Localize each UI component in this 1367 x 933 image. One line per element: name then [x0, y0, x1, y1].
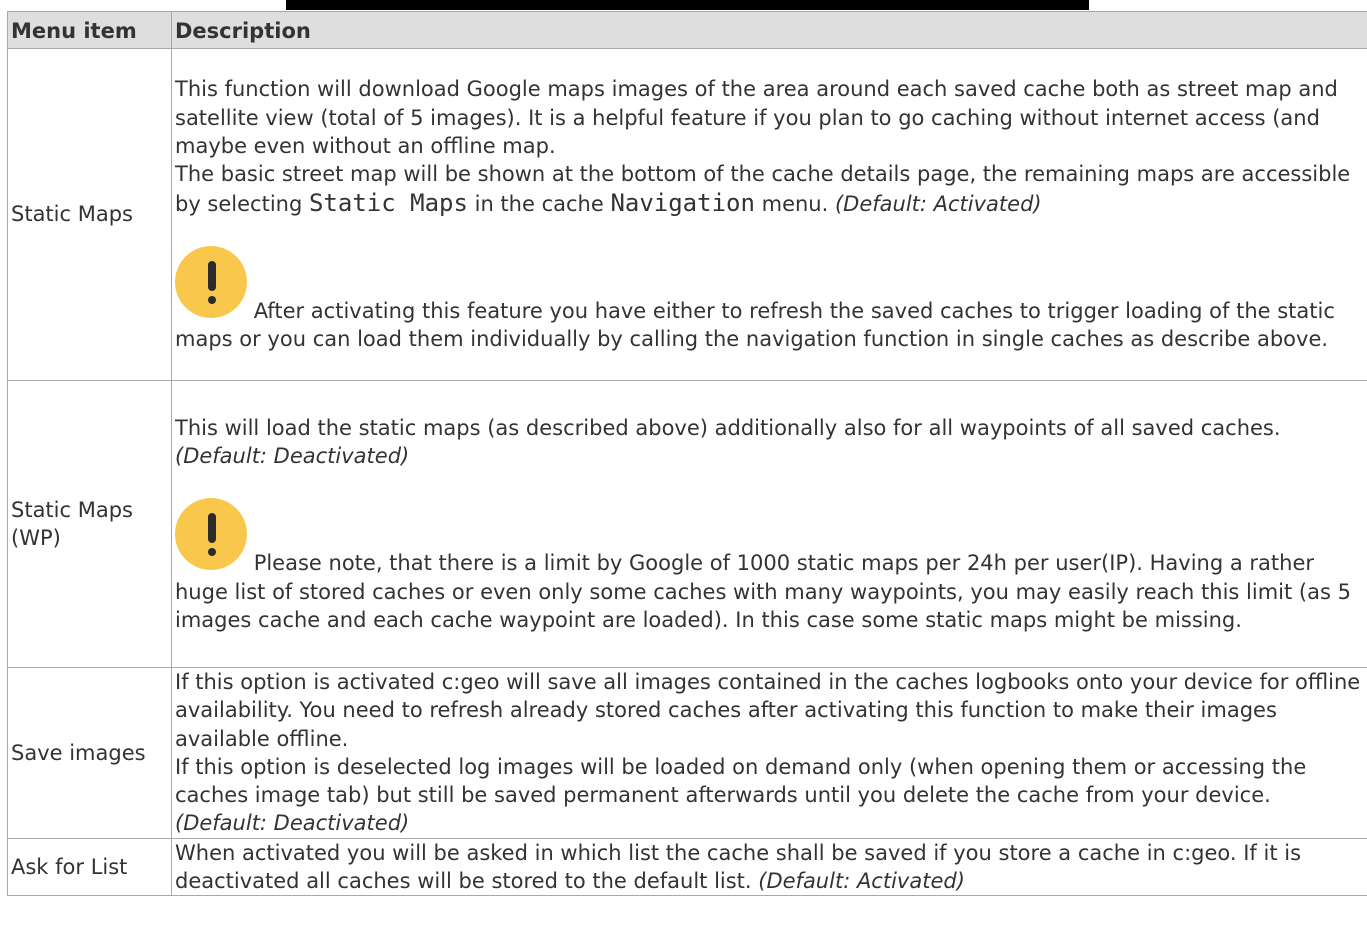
default-value: (Default: Deactivated): [175, 811, 410, 836]
table-row: Static Maps This function will download …: [7, 48, 1367, 381]
default-value: (Default: Activated): [758, 869, 965, 894]
settings-table: Menu item Description Static Maps This f…: [7, 11, 1367, 897]
description-cell: This function will download Google maps …: [171, 48, 1367, 381]
table-row: Ask for List When activated you will be …: [7, 837, 1367, 897]
description-text: This will load the static maps (as descr…: [175, 415, 1281, 440]
menu-item-label-line1: Static Maps: [11, 497, 133, 522]
warning-icon: [175, 245, 247, 318]
menu-item-cell: Static Maps: [7, 48, 172, 381]
warning-note: After activating this feature you have e…: [175, 245, 1367, 354]
code-navigation: Navigation: [610, 188, 755, 217]
default-value: (Default: Deactivated): [175, 444, 410, 469]
description-paragraph: When activated you will be asked in whic…: [175, 839, 1367, 896]
column-header-description: Description: [171, 11, 1367, 49]
table-row: Save images If this option is activated …: [7, 667, 1367, 839]
column-header-menu-item: Menu item: [7, 11, 172, 49]
code-static-maps: Static Maps: [308, 188, 468, 217]
warning-icon: [175, 498, 247, 571]
table-row: Static Maps (WP) This will load the stati…: [7, 380, 1367, 668]
top-black-bar: [286, 0, 1089, 10]
menu-item-cell: Save images: [7, 667, 172, 839]
menu-item-label-line2: (WP): [11, 526, 61, 550]
description-cell: This will load the static maps (as descr…: [171, 380, 1367, 668]
description-text: in the cache: [467, 191, 611, 216]
description-text: menu.: [754, 191, 835, 216]
description-cell: When activated you will be asked in whic…: [171, 837, 1367, 897]
menu-item-cell: Static Maps (WP): [7, 380, 172, 668]
description-text: This function will download Google maps …: [175, 77, 1338, 159]
description-paragraph: This will load the static maps (as descr…: [175, 414, 1367, 471]
description-paragraph: If this option is activated c:geo will s…: [175, 668, 1367, 838]
warning-note-text: Please note, that there is a limit by Go…: [175, 551, 1351, 632]
warning-note-text: After activating this feature you have e…: [175, 298, 1335, 352]
description-text: When activated you will be asked in whic…: [175, 840, 1302, 894]
description-text: If this option is activated c:geo will s…: [175, 670, 1361, 751]
description-cell: If this option is activated c:geo will s…: [171, 667, 1367, 839]
description-text: If this option is deselected log images …: [175, 754, 1307, 808]
default-value: (Default: Activated): [834, 191, 1042, 216]
table-header-row: Menu item Description: [7, 11, 1367, 49]
menu-item-cell: Ask for List: [7, 837, 172, 897]
warning-note: Please note, that there is a limit by Go…: [175, 498, 1367, 634]
description-paragraph: This function will download Google maps …: [175, 75, 1367, 217]
